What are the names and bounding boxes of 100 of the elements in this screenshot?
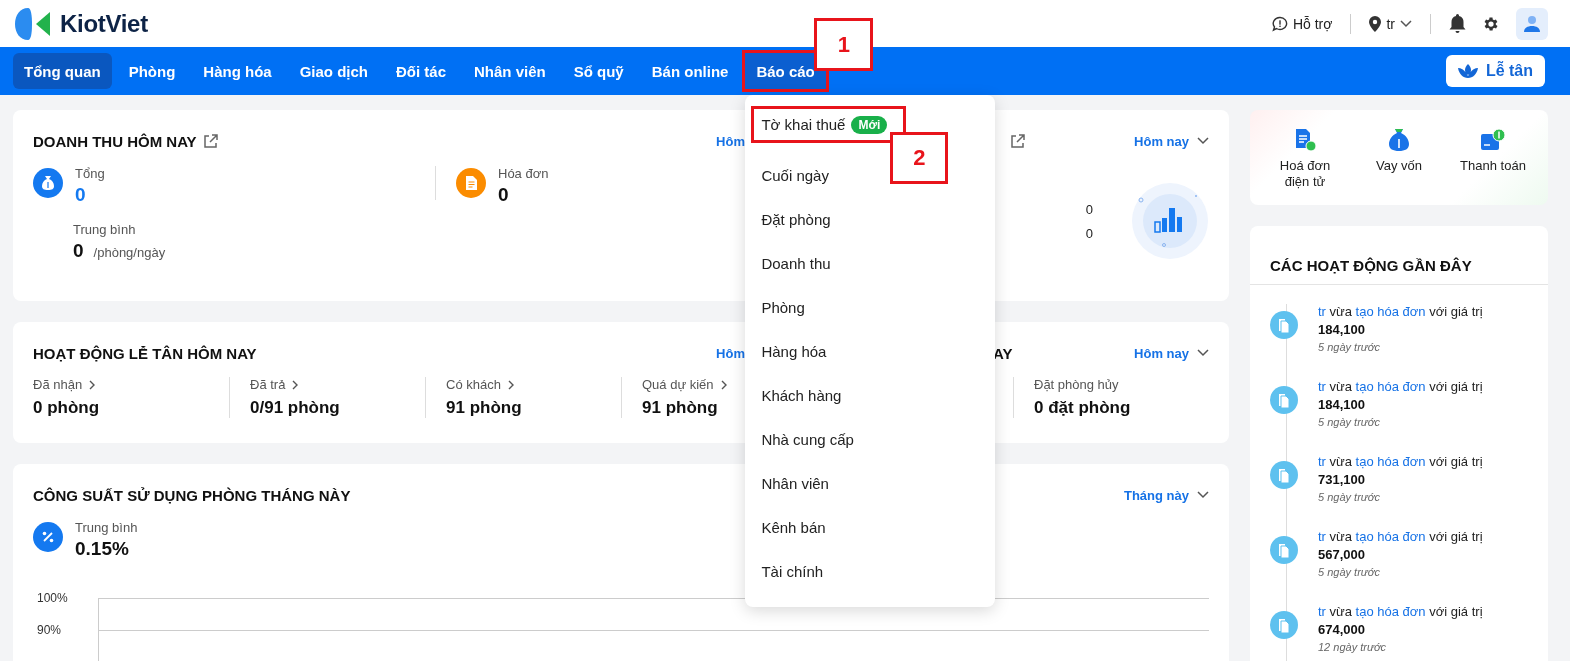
stat-value: 0 xyxy=(75,184,87,206)
user-link[interactable]: tr xyxy=(1318,529,1326,544)
card-title: CÔNG SUẤT SỬ DỤNG PHÒNG THÁNG NÀY xyxy=(33,486,351,504)
axis-tick-label: 100% xyxy=(37,591,69,605)
stat-value: 0 xyxy=(1085,225,1093,241)
time-ago: 5 ngày trước xyxy=(1318,416,1381,428)
chevron-down-icon xyxy=(1400,19,1412,28)
amount-value: 731,100 xyxy=(1318,472,1366,487)
logo-icon xyxy=(14,6,52,41)
menu-item[interactable]: Đặt phòng xyxy=(754,197,987,241)
stat-label[interactable]: Đã nhận xyxy=(33,377,229,392)
activity-text: tr vừa tạo hóa đơn với giá trị xyxy=(1318,379,1483,394)
nav-tab[interactable]: Nhân viên xyxy=(463,53,557,89)
nav-tab[interactable]: Phòng xyxy=(117,53,187,89)
user-link[interactable]: tr xyxy=(1318,454,1326,469)
time-ago: 5 ngày trước xyxy=(1318,566,1381,578)
callout-number: 2 xyxy=(890,132,949,184)
stat-label: Đặt phòng hủy xyxy=(1034,377,1120,392)
menu-item[interactable]: Nhà cung cấp xyxy=(754,417,987,461)
stat-value: 0 đặt phòng xyxy=(1034,398,1132,418)
document-icon xyxy=(456,168,486,198)
stat-label: Hóa đơn xyxy=(498,166,549,181)
menu-item[interactable]: Kênh bán xyxy=(754,505,987,549)
time-ago: 5 ngày trước xyxy=(1318,341,1381,353)
unit-label: /phòng/ngày xyxy=(93,245,166,260)
card-title: CÁC HOẠT ĐỘNG GẦN ĐÂY xyxy=(1270,256,1472,274)
chevron-down-icon xyxy=(1197,137,1209,145)
quick-action-button[interactable]: Hoá đơn điện tử xyxy=(1259,128,1351,205)
bell-icon[interactable] xyxy=(1449,14,1466,33)
period-selector[interactable]: Hôm nay xyxy=(1134,345,1209,361)
activity-text: tr vừa tạo hóa đơn với giá trị xyxy=(1318,604,1483,619)
time-ago: 5 ngày trước xyxy=(1318,491,1381,503)
chevron-down-icon xyxy=(1197,491,1209,499)
user-link[interactable]: tr xyxy=(1318,379,1326,394)
time-ago: 12 ngày trước xyxy=(1318,641,1388,653)
reception-button[interactable]: Lễ tân xyxy=(1445,55,1545,87)
nav-tab[interactable]: Đối tác xyxy=(385,53,457,89)
menu-item[interactable]: Tài chính xyxy=(754,549,987,593)
amount-value: 184,100 xyxy=(1318,397,1366,412)
card-title: AY xyxy=(993,344,1013,362)
nav-tab[interactable]: Giao dịch xyxy=(288,53,379,89)
user-avatar-button[interactable] xyxy=(1516,7,1548,40)
period-selector[interactable]: Hôm xyxy=(716,345,745,361)
user-link[interactable]: tr xyxy=(1318,604,1326,619)
nav-tab[interactable]: Hàng hóa xyxy=(192,53,283,89)
menu-item[interactable]: Phòng xyxy=(754,285,987,329)
stat-value: 0 xyxy=(498,184,510,206)
amount-value: 674,000 xyxy=(1318,622,1366,637)
wallet-icon xyxy=(1480,128,1506,152)
menu-item[interactable]: Nhân viên xyxy=(754,461,987,505)
money-bag-icon xyxy=(33,168,63,198)
settings-icon[interactable] xyxy=(1482,14,1500,33)
document-icon xyxy=(1270,461,1298,489)
menu-item[interactable]: Doanh thu xyxy=(754,241,987,285)
external-link-icon[interactable] xyxy=(202,133,218,149)
stat-value: 0 xyxy=(1085,201,1093,217)
period-selector[interactable]: Hôm xyxy=(716,133,745,149)
quick-action-button[interactable]: Thanh toán xyxy=(1447,128,1539,205)
stat-label[interactable]: Có khách xyxy=(446,377,621,392)
stat-value: 91 phòng xyxy=(446,398,523,418)
invoice-link[interactable]: tạo hóa đơn xyxy=(1355,304,1426,319)
document-icon xyxy=(1270,311,1298,339)
nav-tab[interactable]: Bán online xyxy=(640,53,740,89)
menu-item[interactable]: Hàng hóa xyxy=(754,329,987,373)
invoice-link[interactable]: tạo hóa đơn xyxy=(1355,454,1426,469)
stat-value: 0 phòng xyxy=(33,398,101,418)
location-pin-icon xyxy=(1369,15,1382,32)
stat-value: 0.15% xyxy=(75,538,130,560)
menu-item[interactable]: Khách hàng xyxy=(754,373,987,417)
period-selector[interactable]: Tháng này xyxy=(1124,487,1209,503)
support-button[interactable]: Hỗ trợ xyxy=(1271,15,1333,32)
nav-tab[interactable]: Báo cáo xyxy=(745,53,826,89)
amount-value: 567,000 xyxy=(1318,547,1366,562)
nav-tab[interactable]: Sổ quỹ xyxy=(562,53,635,89)
callout-number: 1 xyxy=(814,18,874,71)
activity-text: tr vừa tạo hóa đơn với giá trị xyxy=(1318,529,1483,544)
invoice-link[interactable]: tạo hóa đơn xyxy=(1355,379,1426,394)
chevron-right-icon xyxy=(507,379,515,390)
external-link-icon[interactable] xyxy=(1010,133,1025,149)
user-link[interactable]: tr xyxy=(1318,304,1326,319)
invoice-link[interactable]: tạo hóa đơn xyxy=(1355,529,1426,544)
period-selector[interactable]: Hôm nay xyxy=(1134,133,1209,149)
stat-label: Tổng xyxy=(75,166,105,181)
invoice-link[interactable]: tạo hóa đơn xyxy=(1355,604,1426,619)
chevron-right-icon xyxy=(720,379,728,390)
document-icon xyxy=(1270,536,1298,564)
chevron-right-icon xyxy=(89,379,97,390)
quick-action-button[interactable]: Vay vốn xyxy=(1353,128,1445,205)
stat-value: 91 phòng xyxy=(642,398,719,418)
logo-text: KiotViet xyxy=(60,9,148,38)
money-bag-icon xyxy=(1387,128,1411,152)
nav-tab[interactable]: Tổng quan xyxy=(13,53,112,89)
document-icon xyxy=(1270,611,1298,639)
stat-label[interactable]: Đã trả xyxy=(250,377,425,392)
axis-tick-label: 90% xyxy=(37,623,63,637)
branch-selector[interactable]: tr xyxy=(1369,15,1412,32)
activity-text: tr vừa tạo hóa đơn với giá trị xyxy=(1318,304,1483,319)
card-title: DOANH THU HÔM NAY xyxy=(33,132,197,150)
stat-value: 0 xyxy=(73,240,84,262)
document-icon xyxy=(1270,386,1298,414)
